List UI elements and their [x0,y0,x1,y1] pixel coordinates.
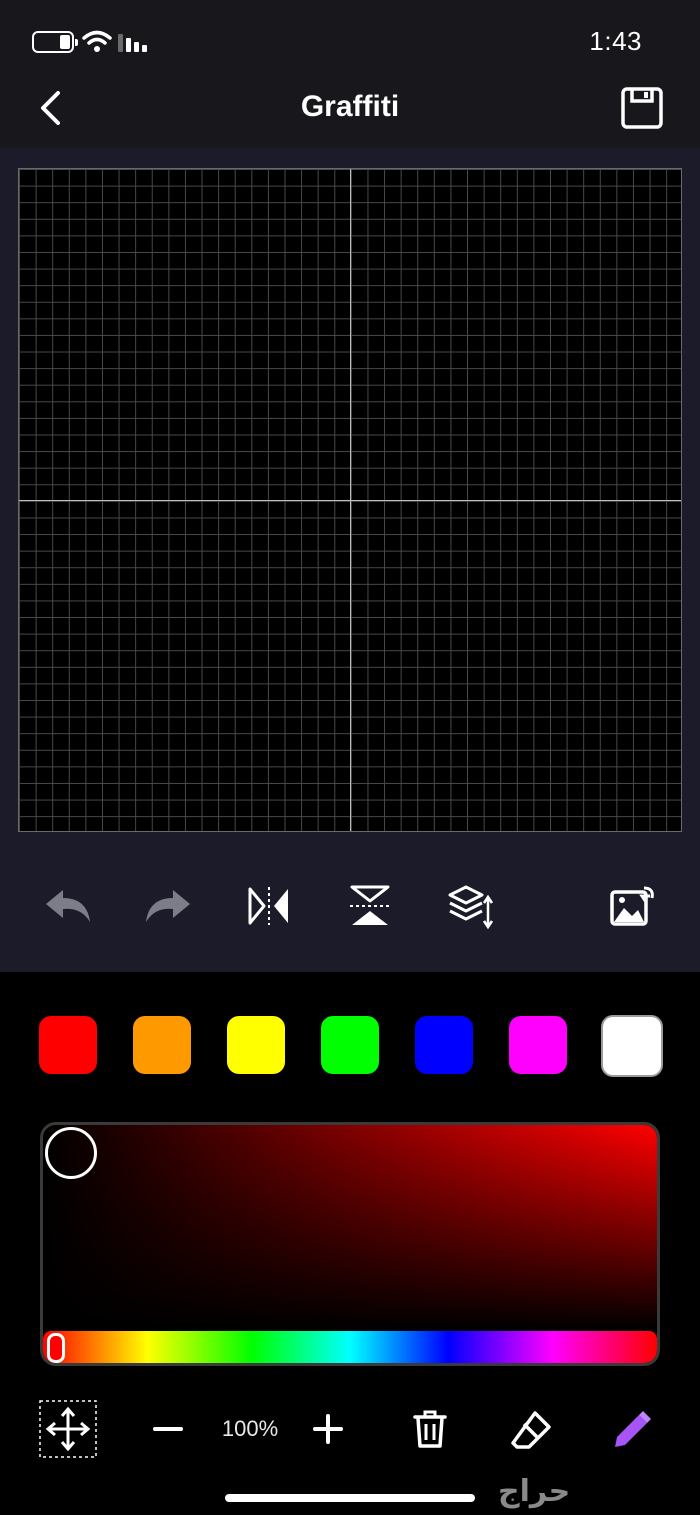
cellular-signal-icon [118,34,147,52]
plus-icon [313,1414,343,1444]
undo-icon [46,890,90,922]
status-time: 1:43 [589,26,642,56]
zoom-out-button[interactable] [150,1400,186,1458]
zoom-level: 100% [221,1416,279,1441]
swatch-yellow[interactable] [227,1016,285,1074]
mirror-vertical-icon [350,885,390,925]
tool-row [0,880,700,940]
home-indicator [225,1494,475,1502]
drawing-canvas[interactable] [18,168,682,832]
status-bar: 1:43 [0,0,700,80]
swatch-white[interactable] [601,1015,663,1077]
redo-button[interactable] [142,880,194,932]
mirror-horizontal-icon [248,887,288,925]
swatch-green[interactable] [321,1016,379,1074]
import-image-button[interactable] [606,880,658,932]
bottom-toolbar: 100% [0,1400,700,1460]
wifi-icon [82,30,112,52]
save-icon [621,87,663,129]
layers-button[interactable] [444,880,496,932]
pencil-icon [615,1411,651,1447]
move-arrows-icon [39,1400,97,1458]
hue-slider[interactable] [43,1331,657,1363]
saturation-value-field[interactable] [43,1125,657,1329]
top-area: 1:43 Graffiti [0,0,700,148]
saturation-value-handle[interactable] [45,1127,97,1179]
redo-icon [146,890,190,922]
move-tool-button[interactable] [39,1400,97,1458]
canvas-center-horizontal-line [19,500,681,501]
watermark: حراج [498,1475,571,1508]
pencil-tool-button[interactable] [606,1400,656,1458]
nav-bar: Graffiti [0,80,700,148]
save-button[interactable] [620,86,664,130]
layers-icon [448,885,494,929]
undo-button[interactable] [42,880,94,932]
eraser-icon [511,1411,551,1449]
hue-slider-handle[interactable] [47,1333,65,1363]
mirror-horizontal-button[interactable] [243,880,295,932]
mirror-vertical-button[interactable] [344,880,396,932]
swatch-magenta[interactable] [509,1016,567,1074]
swatch-red[interactable] [39,1016,97,1074]
page-title: Graffiti [300,90,400,123]
swatch-blue[interactable] [415,1016,473,1074]
color-palette [0,1015,700,1077]
image-import-icon [610,886,654,926]
delete-button[interactable] [410,1400,450,1458]
eraser-button[interactable] [508,1400,554,1458]
zoom-in-button[interactable] [310,1400,346,1458]
battery-icon [32,31,78,53]
minus-icon [153,1427,183,1431]
trash-icon [413,1410,447,1448]
color-picker [40,1122,660,1366]
swatch-orange[interactable] [133,1016,191,1074]
